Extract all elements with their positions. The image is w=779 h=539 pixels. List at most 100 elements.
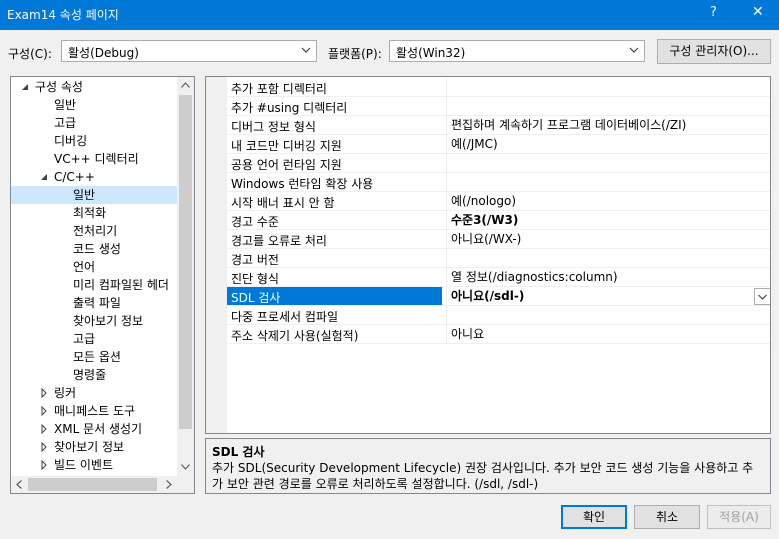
tree-item-label: 최적화 bbox=[73, 206, 107, 220]
chevron-down-icon bbox=[629, 47, 639, 53]
config-value: 활성(Debug) bbox=[68, 46, 139, 60]
expanded-icon[interactable] bbox=[20, 82, 30, 92]
scroll-right-icon[interactable] bbox=[166, 480, 172, 489]
property-row[interactable]: 시작 배너 표시 안 함 예(/nologo) bbox=[227, 192, 770, 211]
property-name: Windows 런타임 확장 사용 bbox=[231, 177, 374, 191]
property-name: 진단 형식 bbox=[231, 272, 279, 286]
property-row[interactable]: 경고를 오류로 처리 아니요(/WX-) bbox=[227, 230, 770, 249]
scroll-up-icon[interactable] bbox=[181, 82, 190, 88]
property-value[interactable]: 수준3(/W3) bbox=[446, 211, 770, 229]
property-value[interactable]: 열 정보(/diagnostics:column) bbox=[446, 268, 770, 286]
property-row[interactable]: 내 코드만 디버깅 지원 예(/JMC) bbox=[227, 135, 770, 154]
tree-item-label: 빌드 이벤트 bbox=[54, 458, 114, 472]
tree-horizontal-scrollbar[interactable] bbox=[11, 476, 177, 493]
property-row[interactable]: SDL 검사 아니요(/sdl-) bbox=[227, 287, 770, 306]
property-value[interactable]: 편집하며 계속하기 프로그램 데이터베이스(/ZI) bbox=[446, 116, 770, 134]
tree-item-label: 코드 생성 bbox=[73, 242, 121, 256]
property-row[interactable]: Windows 런타임 확장 사용 bbox=[227, 173, 770, 192]
tree-vertical-scrollbar[interactable] bbox=[177, 77, 194, 476]
property-value[interactable]: 아니요(/WX-) bbox=[446, 230, 770, 248]
property-value[interactable] bbox=[446, 306, 770, 324]
cancel-button[interactable]: 취소 bbox=[634, 505, 700, 529]
collapsed-icon[interactable] bbox=[39, 388, 49, 398]
property-name: 시작 배너 표시 안 함 bbox=[231, 196, 335, 210]
scroll-left-icon[interactable] bbox=[16, 480, 22, 489]
property-row[interactable]: 진단 형식 열 정보(/diagnostics:column) bbox=[227, 268, 770, 287]
tree-item[interactable]: 일반 bbox=[11, 186, 177, 204]
chevron-down-icon bbox=[758, 294, 767, 300]
property-tree[interactable]: 구성 속성일반고급 디버깅 VC++ 디렉터리 C/C++ 일반최적화전처리기코드 생성… bbox=[10, 76, 195, 494]
tree-item-label: 찾아보기 정보 bbox=[73, 314, 144, 328]
collapsed-icon[interactable] bbox=[39, 442, 49, 452]
title-bar: Exam14 속성 페이지 ? ✕ bbox=[0, 0, 779, 30]
tree-item-label: XML 문서 생성기 bbox=[54, 422, 143, 436]
property-row[interactable]: 다중 프로세서 컴파일 bbox=[227, 306, 770, 325]
property-name: 주소 삭제기 사용(실험적) bbox=[231, 329, 359, 343]
property-row[interactable]: 추가 #using 디렉터리 bbox=[227, 97, 770, 116]
property-value[interactable] bbox=[446, 78, 770, 96]
scrollbar-corner bbox=[177, 476, 194, 493]
close-button[interactable]: ✕ bbox=[752, 4, 764, 20]
property-row[interactable]: 경고 버전 bbox=[227, 249, 770, 268]
tree-item-label: 고급 bbox=[73, 332, 96, 346]
grid-gutter bbox=[206, 77, 227, 433]
window-title: Exam14 속성 페이지 bbox=[7, 8, 119, 22]
tree-item-label: 일반 bbox=[54, 98, 77, 112]
tree-item-label: C/C++ bbox=[54, 170, 95, 184]
property-value[interactable]: 아니요(/sdl-) bbox=[446, 287, 770, 305]
property-name: 경고 수준 bbox=[231, 215, 279, 229]
tree-item-label: 매니페스트 도구 bbox=[54, 404, 136, 418]
collapsed-icon[interactable] bbox=[39, 424, 49, 434]
tree-item-label: 디버깅 bbox=[54, 134, 88, 148]
scroll-thumb[interactable] bbox=[28, 478, 157, 491]
platform-label: 플랫폼(P): bbox=[328, 47, 382, 61]
property-value[interactable] bbox=[446, 249, 770, 267]
property-row[interactable]: 경고 수준 수준3(/W3) bbox=[227, 211, 770, 230]
platform-value: 활성(Win32) bbox=[396, 46, 466, 60]
tree-item-label: VC++ 디렉터리 bbox=[54, 152, 139, 166]
property-value[interactable] bbox=[446, 173, 770, 191]
property-row[interactable]: 디버그 정보 형식 편집하며 계속하기 프로그램 데이터베이스(/ZI) bbox=[227, 116, 770, 135]
chevron-down-icon bbox=[301, 47, 311, 53]
property-name: 디버그 정보 형식 bbox=[231, 120, 316, 134]
property-row[interactable]: 주소 삭제기 사용(실험적) 아니요 bbox=[227, 325, 770, 344]
ok-button[interactable]: 확인 bbox=[561, 505, 627, 529]
scroll-thumb[interactable] bbox=[179, 95, 192, 429]
property-name: 경고 버전 bbox=[231, 253, 279, 267]
property-name: 추가 #using 디렉터리 bbox=[231, 101, 348, 115]
property-name: SDL 검사 bbox=[231, 291, 281, 305]
description-panel: SDL 검사 추가 SDL(Security Development Lifec… bbox=[205, 438, 771, 494]
scroll-down-icon[interactable] bbox=[181, 464, 190, 470]
property-value[interactable] bbox=[446, 97, 770, 115]
configuration-bar: 구성(C): 활성(Debug) 플랫폼(P): 활성(Win32) 구성 관리… bbox=[0, 30, 779, 72]
platform-combo[interactable]: 활성(Win32) bbox=[389, 40, 645, 62]
expanded-icon[interactable] bbox=[39, 172, 49, 182]
property-value[interactable]: 예(/JMC) bbox=[446, 135, 770, 153]
config-combo[interactable]: 활성(Debug) bbox=[61, 40, 317, 62]
property-value[interactable]: 아니요 bbox=[446, 325, 770, 343]
tree-item-label: 전처리기 bbox=[73, 224, 118, 238]
property-name: 내 코드만 디버깅 지원 bbox=[231, 139, 342, 153]
property-row[interactable]: 추가 포함 디렉터리 bbox=[227, 78, 770, 97]
property-value[interactable] bbox=[446, 154, 770, 172]
configuration-manager-button[interactable]: 구성 관리자(O)... bbox=[657, 39, 771, 64]
apply-button[interactable]: 적용(A) bbox=[707, 505, 771, 529]
property-name: 추가 포함 디렉터리 bbox=[231, 82, 327, 96]
property-name: 다중 프로세서 컴파일 bbox=[231, 310, 338, 324]
help-button[interactable]: ? bbox=[710, 5, 717, 20]
property-grid[interactable]: 추가 포함 디렉터리추가 #using 디렉터리디버그 정보 형식 편집하며 계속… bbox=[205, 76, 771, 434]
tree-item-label: 링커 bbox=[54, 386, 77, 400]
tree-item-label: 일반 bbox=[73, 188, 96, 202]
property-name: 공용 언어 런타임 지원 bbox=[231, 158, 342, 172]
config-label: 구성(C): bbox=[8, 47, 52, 61]
property-name: 경고를 오류로 처리 bbox=[231, 234, 327, 248]
tree-item-label: 언어 bbox=[73, 260, 96, 274]
collapsed-icon[interactable] bbox=[39, 406, 49, 416]
property-value[interactable]: 예(/nologo) bbox=[446, 192, 770, 210]
tree-item-label: 모든 옵션 bbox=[73, 350, 121, 364]
property-row[interactable]: 공용 언어 런타임 지원 bbox=[227, 154, 770, 173]
tree-item-label: 찾아보기 정보 bbox=[54, 440, 125, 454]
value-dropdown-button[interactable] bbox=[754, 288, 770, 305]
tree-item-label: 구성 속성 bbox=[35, 80, 83, 94]
collapsed-icon[interactable] bbox=[39, 460, 49, 470]
